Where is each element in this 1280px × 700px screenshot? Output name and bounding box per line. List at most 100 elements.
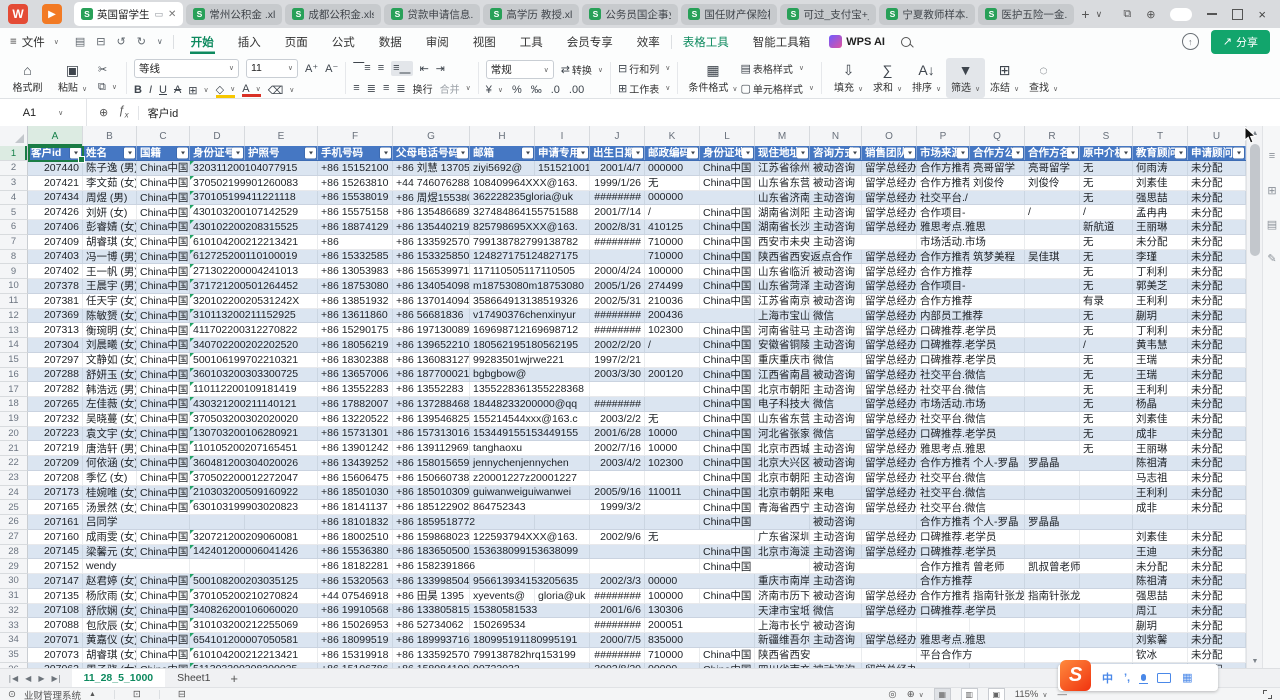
- cell-F10[interactable]: +86 18753080: [318, 279, 393, 293]
- cell-N31[interactable]: 被动咨询: [810, 589, 862, 603]
- cell-P18[interactable]: 市场活动.市场: [917, 397, 1080, 411]
- filter-button-F[interactable]: [380, 148, 391, 159]
- selection-mode-icon[interactable]: ⊕∨: [907, 689, 924, 700]
- cell-U32[interactable]: 未分配: [1188, 604, 1246, 618]
- cell-B26[interactable]: 吕同学: [83, 515, 318, 529]
- close-tab-icon[interactable]: ✕: [168, 9, 176, 20]
- cell-N13[interactable]: 主动咨询: [810, 323, 862, 337]
- cell-O25[interactable]: 留学总经办: [862, 500, 917, 514]
- cell-L11[interactable]: China中国: [700, 294, 755, 308]
- cell-A21[interactable]: 207219: [28, 441, 83, 455]
- row-header-17[interactable]: 17: [0, 382, 28, 397]
- cell-U20[interactable]: 未分配: [1188, 427, 1246, 441]
- globe-icon[interactable]: ⊕: [1146, 8, 1155, 21]
- cell-A1[interactable]: 客户id: [28, 146, 83, 160]
- cell-T3[interactable]: 刘素佳: [1133, 176, 1188, 190]
- cell-T17[interactable]: 王利利: [1133, 382, 1188, 396]
- file-tab-5[interactable]: S公务员国企事业单: [582, 4, 678, 25]
- cell-O28[interactable]: 留学总经办: [862, 545, 917, 559]
- cell-F20[interactable]: +86 15731301: [318, 427, 393, 441]
- cell-P25[interactable]: 社交平台.微信: [917, 500, 1133, 514]
- cell-J33[interactable]: ########: [590, 618, 645, 632]
- font-size-select[interactable]: 11∨: [246, 59, 298, 78]
- cell-B10[interactable]: 王晨宇 (男): [83, 279, 137, 293]
- cell-F34[interactable]: +86 18099519: [318, 633, 393, 647]
- cell-P1[interactable]: 市场来源: [917, 146, 970, 160]
- cell-A20[interactable]: 207223: [28, 427, 83, 441]
- cell-D12[interactable]: 310113200211152925: [190, 309, 318, 323]
- cell-G28[interactable]: +86 1836505000: [393, 545, 470, 559]
- cell-D27[interactable]: 320721200209060081: [190, 530, 318, 544]
- menu-item-3[interactable]: 公式: [331, 30, 356, 54]
- fx-icon[interactable]: ƒx: [118, 105, 128, 119]
- align-right-icon[interactable]: ≡: [383, 82, 389, 94]
- comma-style-icon[interactable]: ‰: [531, 84, 542, 96]
- cell-N25[interactable]: 主动咨询: [810, 500, 862, 514]
- cell-Q8[interactable]: 筑梦美程: [970, 250, 1025, 264]
- cell-G27[interactable]: +86 1598680231: [393, 530, 470, 544]
- cell-J3[interactable]: 1999/1/26: [590, 176, 645, 190]
- cell-A2[interactable]: 207440: [28, 161, 83, 175]
- cell-Q22[interactable]: 个人-罗晶: [970, 456, 1025, 470]
- cell-K9[interactable]: 100000: [645, 264, 700, 278]
- cell-P7[interactable]: 市场活动.市场: [917, 235, 1080, 249]
- cell-A9[interactable]: 207402: [28, 264, 83, 278]
- row-header-23[interactable]: 23: [0, 471, 28, 486]
- cell-C21[interactable]: China中国: [137, 441, 190, 455]
- side-tool-doc-icon[interactable]: ▤: [1263, 218, 1280, 231]
- cell-H21[interactable]: tanghaoxu: [470, 441, 590, 455]
- cell-O13[interactable]: 留学总经办: [862, 323, 917, 337]
- cell-B28[interactable]: 梁馨元 (女): [83, 545, 137, 559]
- cell-N17[interactable]: 主动咨询: [810, 382, 862, 396]
- cell-C10[interactable]: China中国: [137, 279, 190, 293]
- cell-T28[interactable]: 王迪: [1133, 545, 1188, 559]
- menu-item-6[interactable]: 视图: [472, 30, 497, 54]
- cell-J6[interactable]: 2002/8/31: [590, 220, 645, 234]
- cell-O20[interactable]: 留学总经办: [862, 427, 917, 441]
- menu-item-4[interactable]: 数据: [378, 30, 403, 54]
- sheet-tab-active[interactable]: 11_28_5_1000: [72, 669, 166, 688]
- borders-button[interactable]: ⊞∨: [188, 84, 208, 97]
- cell-T27[interactable]: 刘素佳: [1133, 530, 1188, 544]
- cell-N27[interactable]: 主动咨询: [810, 530, 862, 544]
- cell-K5[interactable]: /: [645, 205, 700, 219]
- cell-F28[interactable]: +86 15536380: [318, 545, 393, 559]
- cell-U1[interactable]: 申请顾问: [1188, 146, 1246, 160]
- cell-C5[interactable]: China中国: [137, 205, 190, 219]
- filter-button-H[interactable]: [522, 148, 533, 159]
- page-break-view-icon[interactable]: ▣: [988, 688, 1005, 700]
- file-tab-1[interactable]: S常州公积金 .xlsx: [186, 4, 282, 25]
- cell-S5[interactable]: /: [1080, 205, 1133, 219]
- cell-L25[interactable]: China中国: [700, 500, 755, 514]
- outline-icon[interactable]: ⊟: [178, 689, 186, 700]
- cell-O9[interactable]: 留学总经办: [862, 264, 917, 278]
- cell-G17[interactable]: +86 13552283: [393, 382, 470, 396]
- cell-H18[interactable]: 18448233200000@qq: [470, 397, 590, 411]
- cell-U16[interactable]: 未分配: [1188, 368, 1246, 382]
- filter-button[interactable]: ▼ 筛选∨: [946, 58, 985, 98]
- cell-U9[interactable]: 未分配: [1188, 264, 1246, 278]
- cell-N1[interactable]: 咨询方式: [810, 146, 862, 160]
- cell-Q29[interactable]: 曾老师: [970, 559, 1025, 573]
- cell-F15[interactable]: +86 18302388: [318, 353, 393, 367]
- cell-P15[interactable]: 口碑推荐.老学员: [917, 353, 1080, 367]
- cell-G7[interactable]: +86 1335925706: [393, 235, 470, 249]
- cell-N21[interactable]: 主动咨询: [810, 441, 862, 455]
- cell-B12[interactable]: 陈敏赟 (女): [83, 309, 137, 323]
- cell-D18[interactable]: 430321200211140121: [190, 397, 318, 411]
- cell-R8[interactable]: 吴佳琪: [1025, 250, 1080, 264]
- row-header-1[interactable]: 1: [0, 146, 28, 161]
- cell-T24[interactable]: 王利利: [1133, 486, 1188, 500]
- cell-A35[interactable]: 207073: [28, 648, 83, 662]
- cell-A30[interactable]: 207147: [28, 574, 83, 588]
- redo-icon[interactable]: ↻: [137, 35, 146, 48]
- cell-I2[interactable]: 151521001: [535, 161, 590, 175]
- cell-H27[interactable]: 122593794XXX@163.: [470, 530, 590, 544]
- cell-K4[interactable]: 000000: [645, 191, 755, 205]
- cell-J11[interactable]: 2002/5/31: [590, 294, 645, 308]
- format-painter-button[interactable]: ⌂ 格式刷: [8, 62, 47, 95]
- cell-T34[interactable]: 刘紫馨: [1133, 633, 1188, 647]
- cell-C8[interactable]: China中国: [137, 250, 190, 264]
- cell-H25[interactable]: 864752343: [470, 500, 590, 514]
- cell-M19[interactable]: 山东省东营: [755, 412, 810, 426]
